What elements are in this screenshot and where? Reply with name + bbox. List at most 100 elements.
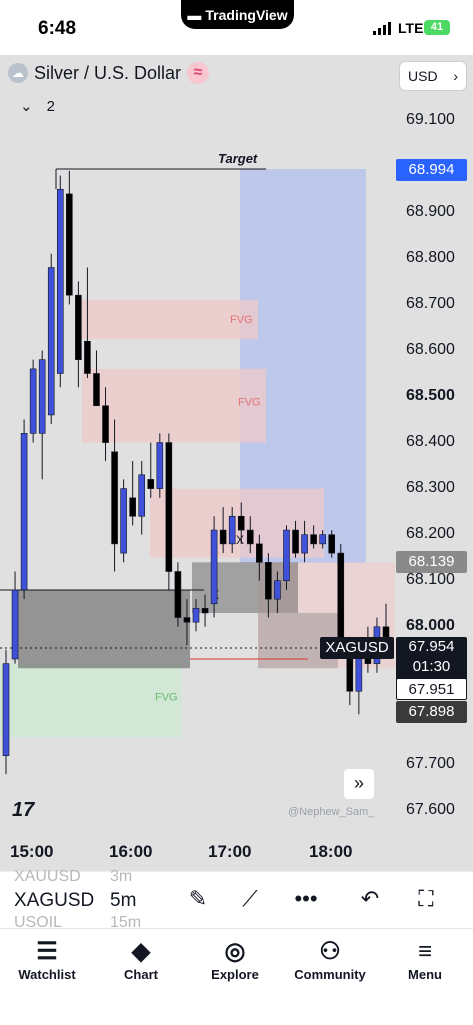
indicator-count: 2 xyxy=(46,97,55,115)
price-label: 67.700 xyxy=(406,755,455,772)
candle-body xyxy=(201,608,209,614)
candle-body xyxy=(102,405,109,443)
watchlist-icon: ☰ xyxy=(36,938,58,965)
candle-body xyxy=(93,373,100,407)
app-pill: ▬ TradingView xyxy=(181,0,294,29)
fullscreen-icon[interactable]: ⛶ xyxy=(412,886,440,914)
candle-body xyxy=(120,488,127,554)
candle-body xyxy=(337,552,345,651)
scroll-to-realtime-button[interactable]: » xyxy=(344,769,374,799)
nav-menu[interactable]: ≡ Menu xyxy=(380,937,470,982)
candle-body xyxy=(192,608,200,623)
symbol-title: Silver / U.S. Dollar xyxy=(34,62,182,83)
symbol-selector[interactable]: XAGUSD xyxy=(14,890,94,912)
nav-label: Community xyxy=(294,967,366,982)
lower-price-tag: 67.898 xyxy=(396,701,467,723)
time-label: 15:00 xyxy=(10,842,54,861)
undo-icon[interactable]: ↶ xyxy=(356,886,384,914)
chevron-down-icon: ⌄ xyxy=(20,98,33,115)
signal-icon xyxy=(373,22,391,35)
silver-icon: ☁ xyxy=(8,63,28,83)
candle-body xyxy=(274,580,281,600)
indicators-toggle[interactable]: ⌄ 2 xyxy=(20,97,55,116)
nav-label: Menu xyxy=(408,967,442,982)
candle-body xyxy=(129,497,136,517)
price-label: 68.300 xyxy=(406,479,455,496)
price-label: 68.700 xyxy=(406,295,455,312)
current-price: 67.954 xyxy=(408,638,455,655)
chart-area[interactable]: TargetFVGFVGFVGXX ☁ Silver / U.S. Dollar… xyxy=(0,55,473,928)
candle-body xyxy=(38,359,46,434)
ghost-symbol-above: XAUUSD xyxy=(14,868,81,885)
community-icon: ⚇ xyxy=(319,938,341,965)
candle-body xyxy=(328,534,336,554)
price-label: 68.900 xyxy=(406,203,455,220)
price-label: 69.100 xyxy=(406,111,455,128)
time-label: 17:00 xyxy=(208,842,252,861)
price-label: 68.500 xyxy=(406,387,455,404)
candle-body xyxy=(75,294,82,360)
app-pill-label: TradingView xyxy=(205,6,288,23)
trend-line-icon[interactable]: ⟋ xyxy=(236,886,264,914)
candle-body xyxy=(183,617,191,623)
candle-body xyxy=(11,589,19,660)
more-icon[interactable]: ••• xyxy=(292,886,320,914)
order-block-zone xyxy=(18,589,190,669)
candle-body xyxy=(20,433,28,591)
network-label: LTE xyxy=(398,20,424,36)
nav-explore[interactable]: ◎ Explore xyxy=(190,937,280,982)
candle-body xyxy=(66,193,73,296)
status-bar: 6:48 ▬ TradingView LTE 41 xyxy=(0,0,473,55)
wave-icon: ≈ xyxy=(187,62,210,84)
candle-body xyxy=(283,529,290,582)
time-label: 16:00 xyxy=(109,842,153,861)
time-label: 18:00 xyxy=(309,842,353,861)
candle-body xyxy=(2,663,10,757)
candle-body xyxy=(237,515,245,531)
order-block-zone xyxy=(192,562,298,613)
symbol-price-tag: XAGUSD xyxy=(320,637,394,659)
price-plot[interactable]: TargetFVGFVGFVGXX xyxy=(0,55,395,835)
pen-icon[interactable]: ✎ xyxy=(184,886,212,914)
candle-body xyxy=(256,543,263,563)
candle-body xyxy=(310,534,317,545)
price-label: 68.000 xyxy=(406,617,455,634)
candle-body xyxy=(147,479,155,489)
currency-label: USD xyxy=(408,68,438,84)
candle-body xyxy=(219,529,227,545)
bottom-nav: ☰ Watchlist ◆ Chart ◎ Explore ⚇ Communit… xyxy=(0,928,473,1025)
menu-icon: ≡ xyxy=(417,938,432,965)
nav-label: Chart xyxy=(124,967,158,982)
author-watermark: @Nephew_Sam_ xyxy=(288,806,375,818)
nav-chart[interactable]: ◆ Chart xyxy=(96,937,186,982)
nav-label: Watchlist xyxy=(18,967,76,982)
compass-icon: ◎ xyxy=(224,938,246,965)
candle-body xyxy=(228,515,236,545)
chart-symbol-header[interactable]: ☁ Silver / U.S. Dollar ≈ xyxy=(8,62,210,84)
price-label: 68.600 xyxy=(406,341,455,358)
candle-body xyxy=(292,529,299,554)
currency-select[interactable]: USD › xyxy=(399,61,467,91)
candle-body xyxy=(265,562,272,600)
candle-body xyxy=(111,451,118,545)
candle-body xyxy=(319,534,326,545)
fvg-label: FVG xyxy=(155,691,178,703)
candle-body xyxy=(246,529,254,545)
chevron-down-icon: › xyxy=(453,68,458,84)
ghost-interval-above: 3m xyxy=(110,868,133,885)
price-label: 68.800 xyxy=(406,249,455,266)
nav-watchlist[interactable]: ☰ Watchlist xyxy=(2,937,92,982)
crosshair-price-tag: 67.951 xyxy=(396,678,467,700)
candle-countdown: 01:30 xyxy=(412,658,451,675)
candle-body xyxy=(29,368,37,434)
price-label: 68.100 xyxy=(406,571,455,588)
candle-body xyxy=(165,442,173,572)
chart-icon: ◆ xyxy=(131,938,151,965)
nav-label: Explore xyxy=(211,967,259,982)
candle-body xyxy=(156,442,164,489)
interval-selector[interactable]: 5m xyxy=(110,890,136,912)
candle-body xyxy=(174,571,182,618)
candle-body xyxy=(84,340,91,374)
price-label: 68.200 xyxy=(406,525,455,542)
nav-community[interactable]: ⚇ Community xyxy=(285,937,375,982)
